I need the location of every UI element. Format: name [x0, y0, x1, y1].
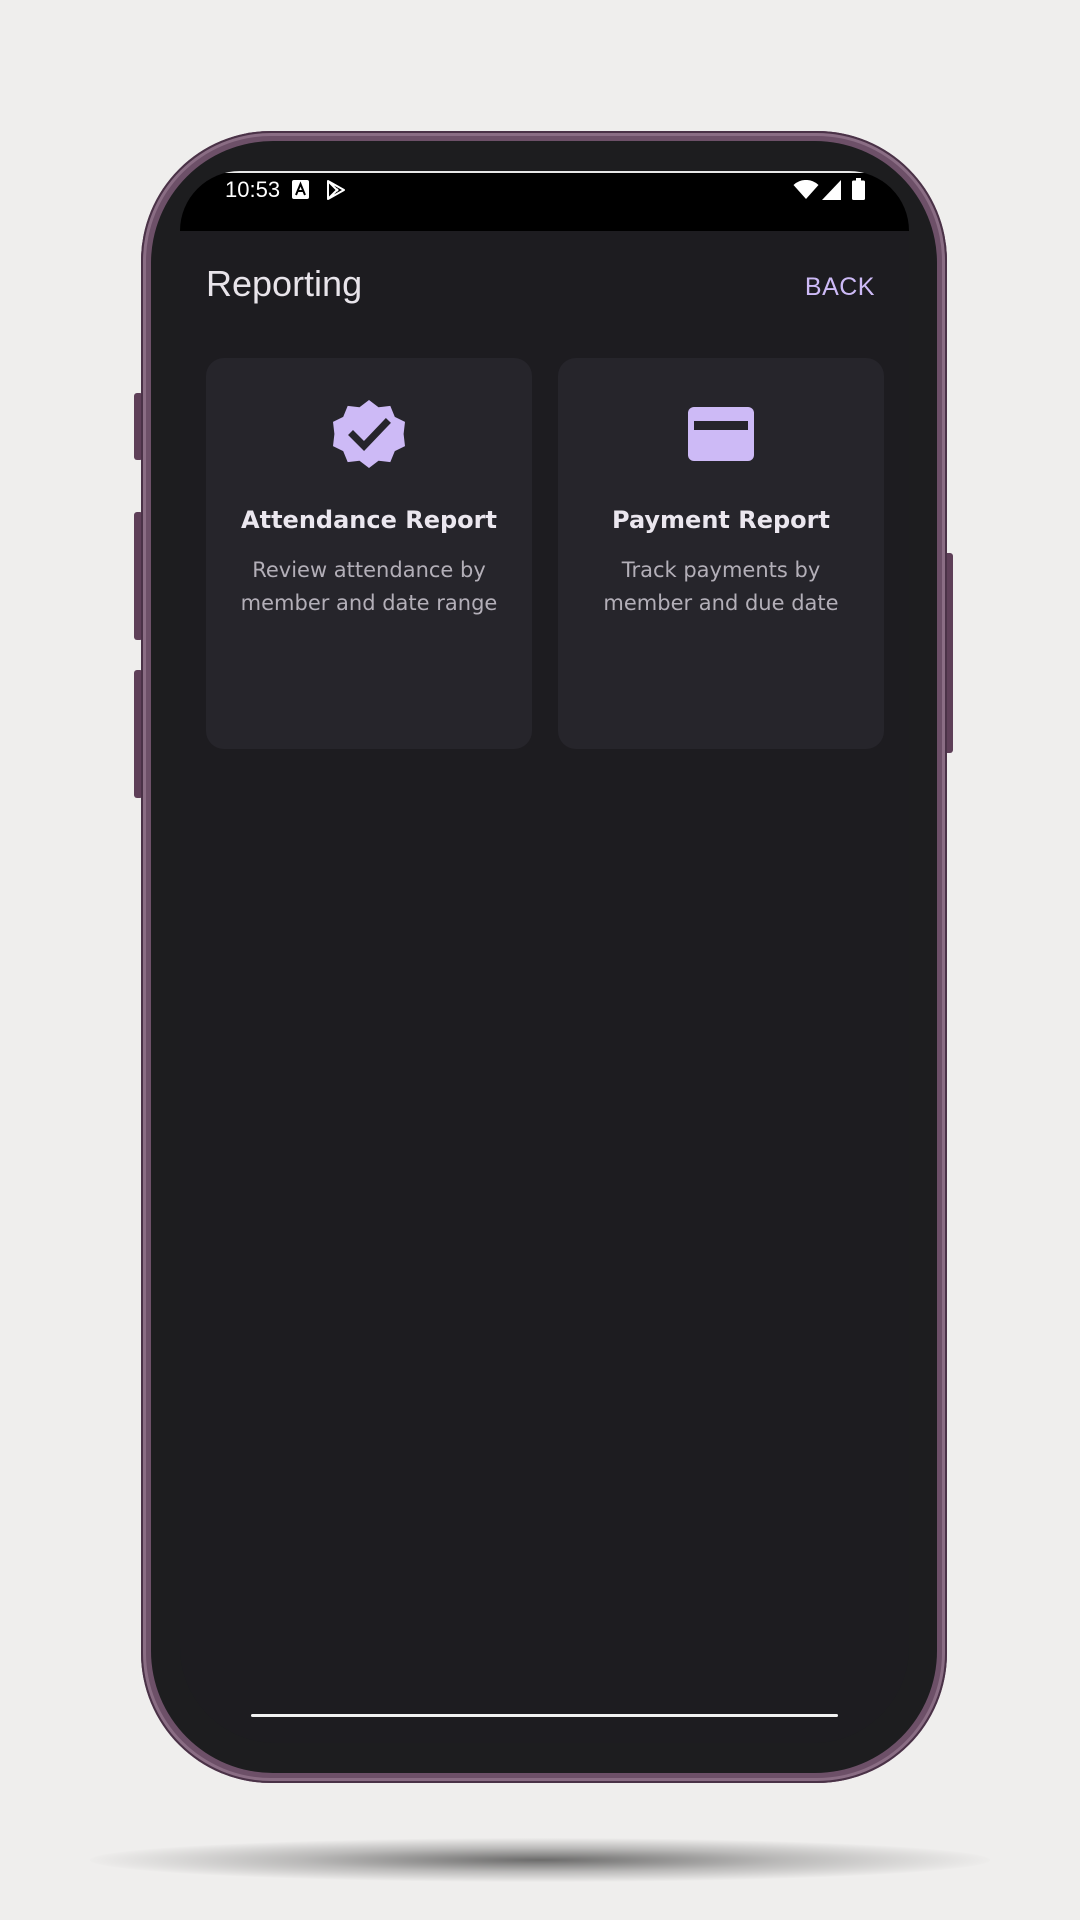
cell-signal-icon	[822, 180, 841, 200]
device-shadow	[90, 1838, 990, 1882]
status-bar: 10:53	[180, 171, 909, 231]
phone-screen: 10:53 Reporting BACK Attendance Report R…	[180, 171, 909, 1743]
battery-icon	[852, 178, 865, 200]
credit-card-icon	[688, 407, 754, 461]
verified-badge-icon	[333, 400, 405, 468]
attendance-report-card[interactable]: Attendance Report Review attendance by m…	[206, 358, 532, 749]
play-store-icon	[327, 180, 345, 200]
home-indicator[interactable]	[251, 1714, 838, 1717]
card-title: Attendance Report	[241, 506, 497, 534]
payment-report-card[interactable]: Payment Report Track payments by member …	[558, 358, 884, 749]
back-button[interactable]: BACK	[799, 269, 881, 306]
device-stage: 10:53 Reporting BACK Attendance Report R…	[0, 0, 1080, 1920]
wifi-icon	[793, 180, 819, 199]
page-title: Reporting	[206, 263, 363, 304]
card-description: Review attendance by member and date ran…	[240, 558, 498, 615]
status-time: 10:53	[225, 177, 281, 202]
font-a-icon	[292, 180, 309, 199]
card-description: Track payments by member and due date	[603, 558, 839, 615]
card-title: Payment Report	[612, 506, 830, 534]
screen-top-edge	[220, 171, 869, 173]
